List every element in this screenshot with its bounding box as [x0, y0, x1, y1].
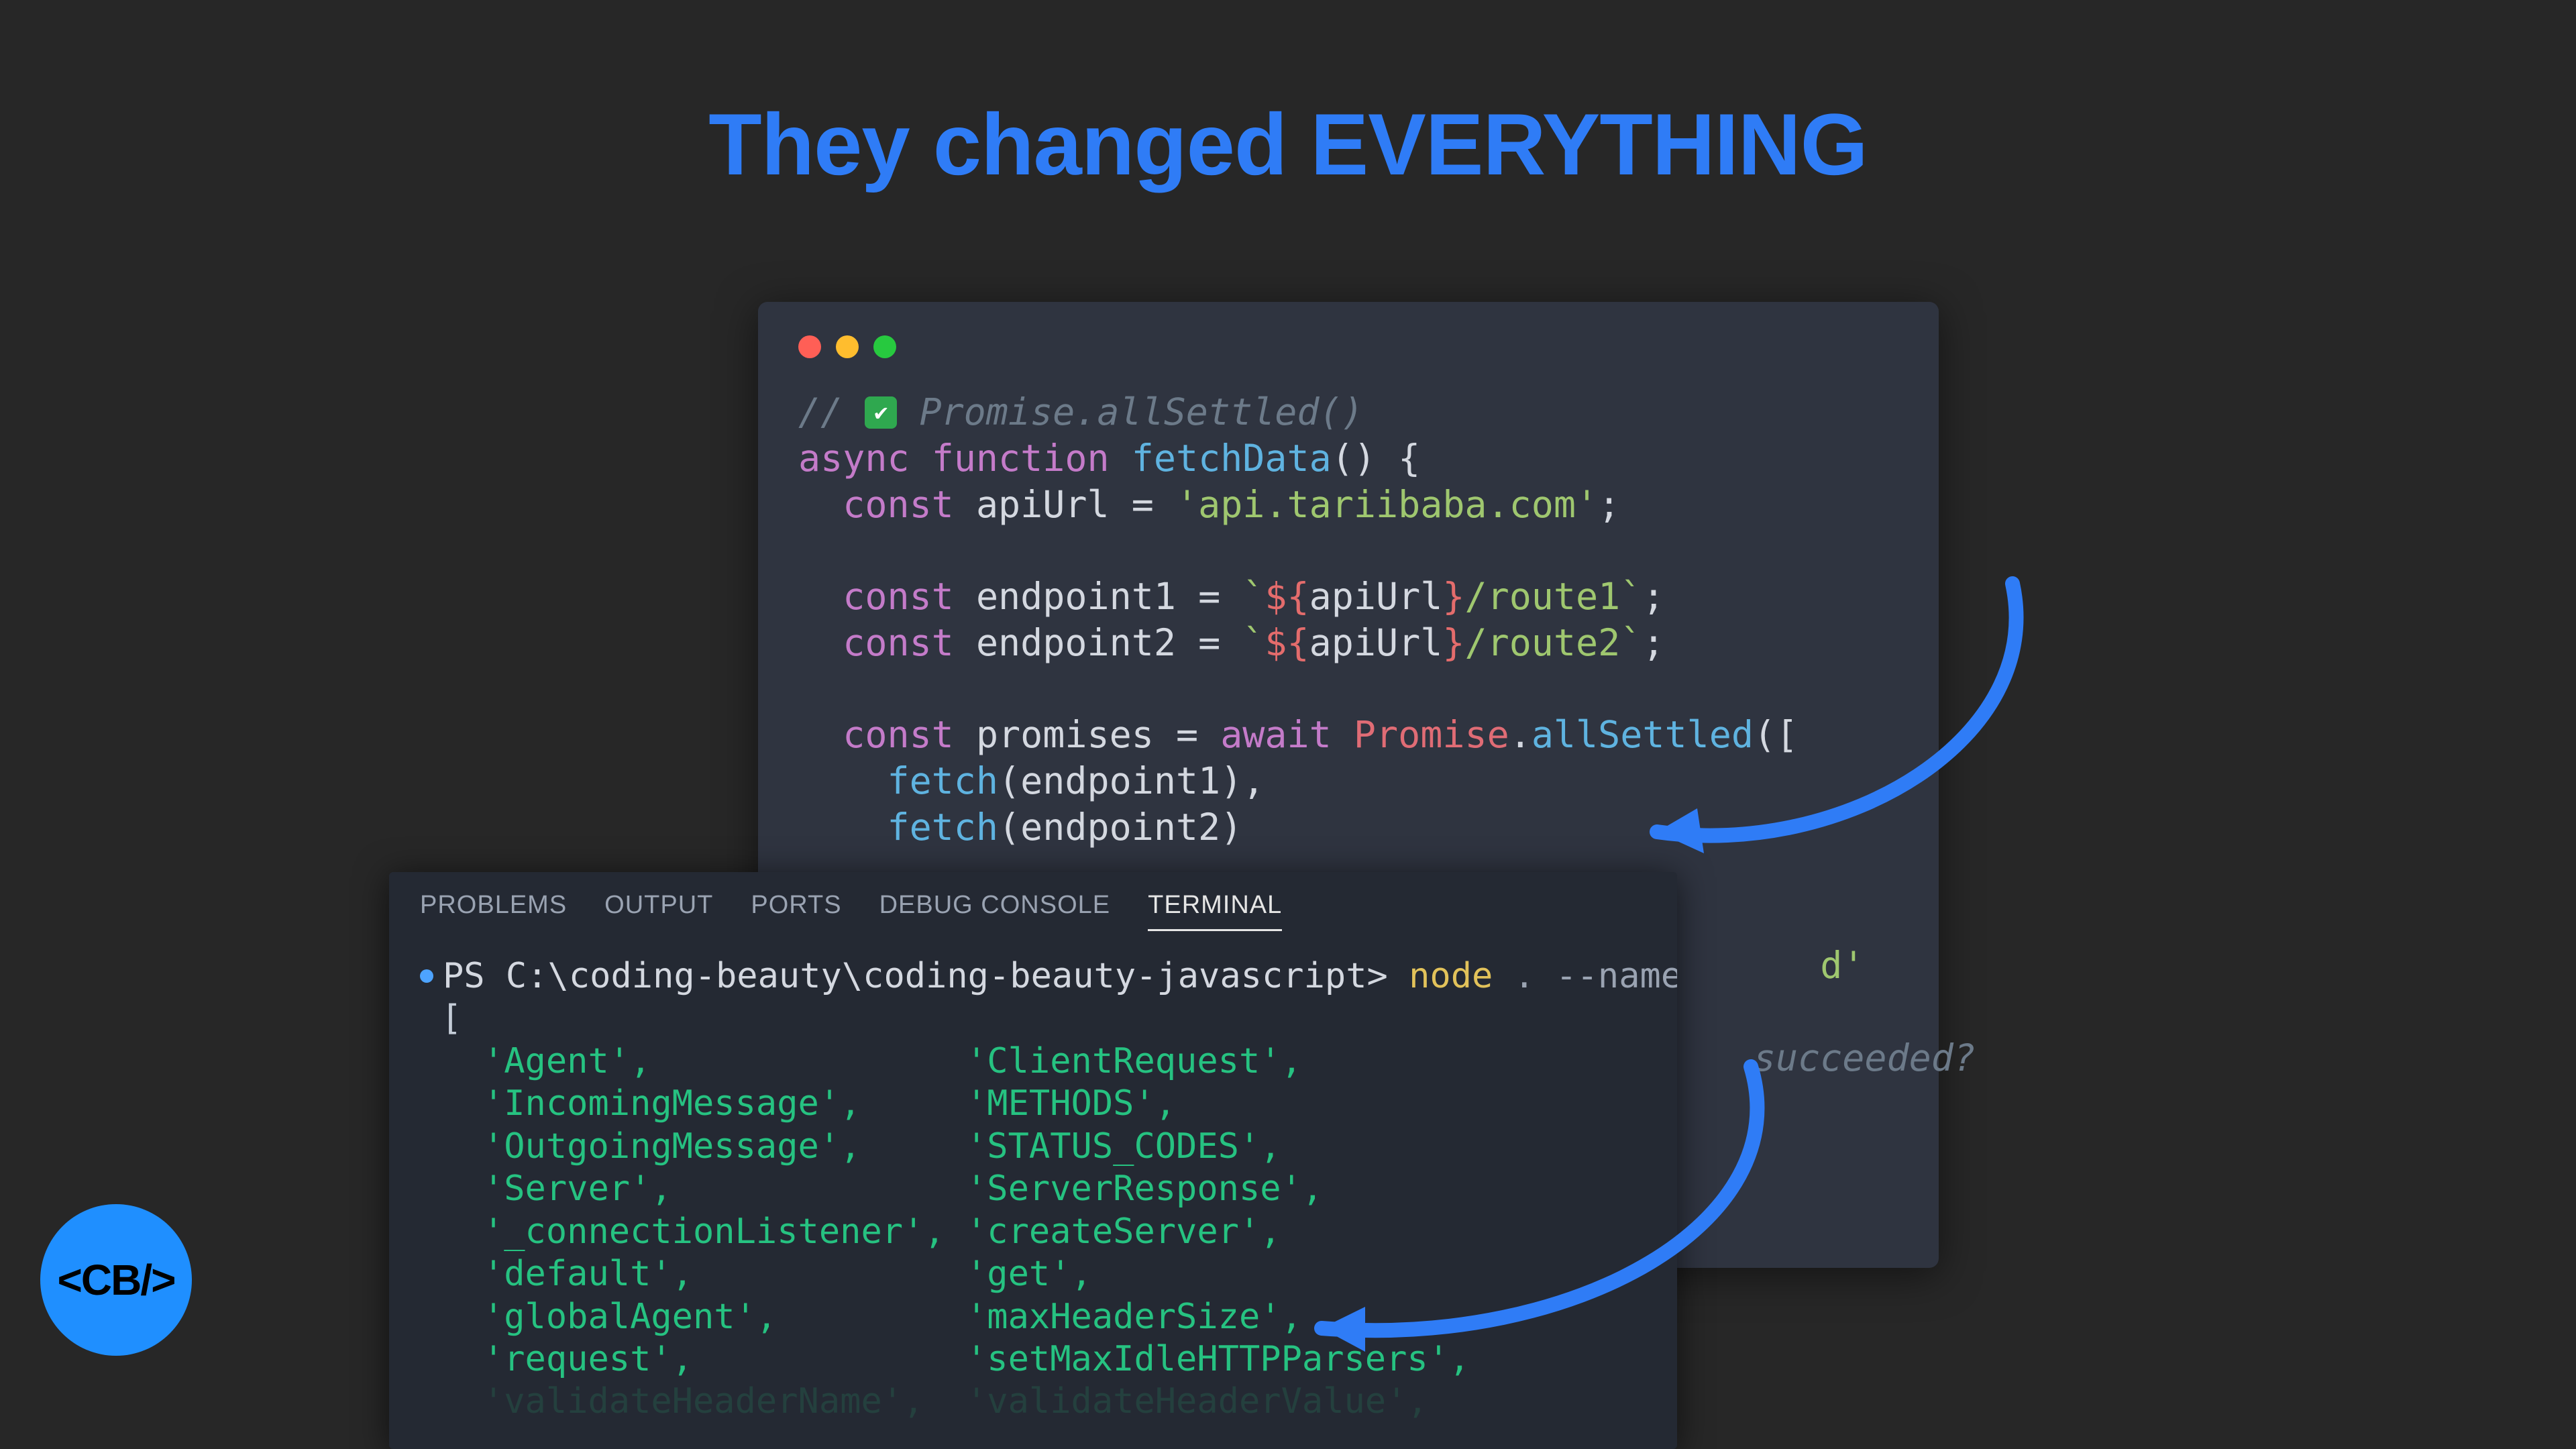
tab-debug-console[interactable]: DEBUG CONSOLE	[879, 891, 1111, 931]
close-icon[interactable]	[798, 335, 821, 358]
tab-terminal[interactable]: TERMINAL	[1148, 891, 1282, 931]
logo-badge: <CB/>	[40, 1204, 192, 1356]
tab-ports[interactable]: PORTS	[751, 891, 841, 931]
prompt-indicator-icon	[420, 969, 433, 983]
terminal-tabs: PROBLEMS OUTPUT PORTS DEBUG CONSOLE TERM…	[389, 872, 1677, 931]
maximize-icon[interactable]	[873, 335, 896, 358]
tab-output[interactable]: OUTPUT	[604, 891, 713, 931]
terminal-panel: PROBLEMS OUTPUT PORTS DEBUG CONSOLE TERM…	[389, 872, 1677, 1449]
check-icon: ✔	[865, 396, 897, 429]
tab-problems[interactable]: PROBLEMS	[420, 891, 567, 931]
minimize-icon[interactable]	[836, 335, 859, 358]
terminal-output[interactable]: PS C:\coding-beauty\coding-beauty-javasc…	[389, 931, 1677, 1424]
window-controls	[798, 335, 1898, 358]
headline: They changed EVERYTHING	[0, 94, 2576, 195]
logo-text: <CB/>	[58, 1255, 175, 1305]
